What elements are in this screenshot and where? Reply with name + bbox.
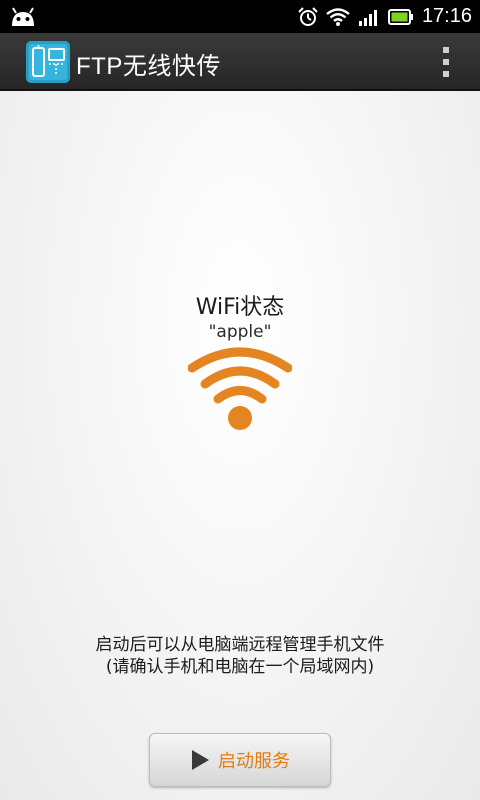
status-bar: 17:16 bbox=[0, 0, 480, 33]
start-service-button[interactable]: 启动服务 bbox=[149, 733, 331, 787]
hint-line-2: (请确认手机和电脑在一个局域网内) bbox=[105, 657, 375, 677]
play-icon bbox=[192, 750, 209, 770]
ftp-app-icon[interactable] bbox=[26, 41, 70, 83]
menu-dot bbox=[443, 47, 449, 53]
app-action-bar: FTP无线快传 bbox=[0, 33, 480, 91]
wifi-ssid: "apple" bbox=[208, 322, 272, 342]
alarm-icon bbox=[298, 6, 318, 26]
wifi-signal-icon bbox=[326, 7, 350, 26]
menu-dot bbox=[443, 59, 449, 65]
overflow-menu-icon[interactable] bbox=[440, 47, 452, 77]
cell-signal-icon bbox=[358, 9, 377, 26]
start-service-label: 启动服务 bbox=[218, 751, 290, 772]
app-title: FTP无线快传 bbox=[76, 53, 221, 80]
status-time: 17:16 bbox=[421, 5, 472, 27]
android-icon bbox=[12, 7, 34, 26]
wifi-icon bbox=[188, 347, 292, 430]
battery-icon bbox=[387, 8, 413, 25]
wifi-status-label: WiFi状态 bbox=[195, 295, 285, 320]
menu-dot bbox=[443, 71, 449, 77]
